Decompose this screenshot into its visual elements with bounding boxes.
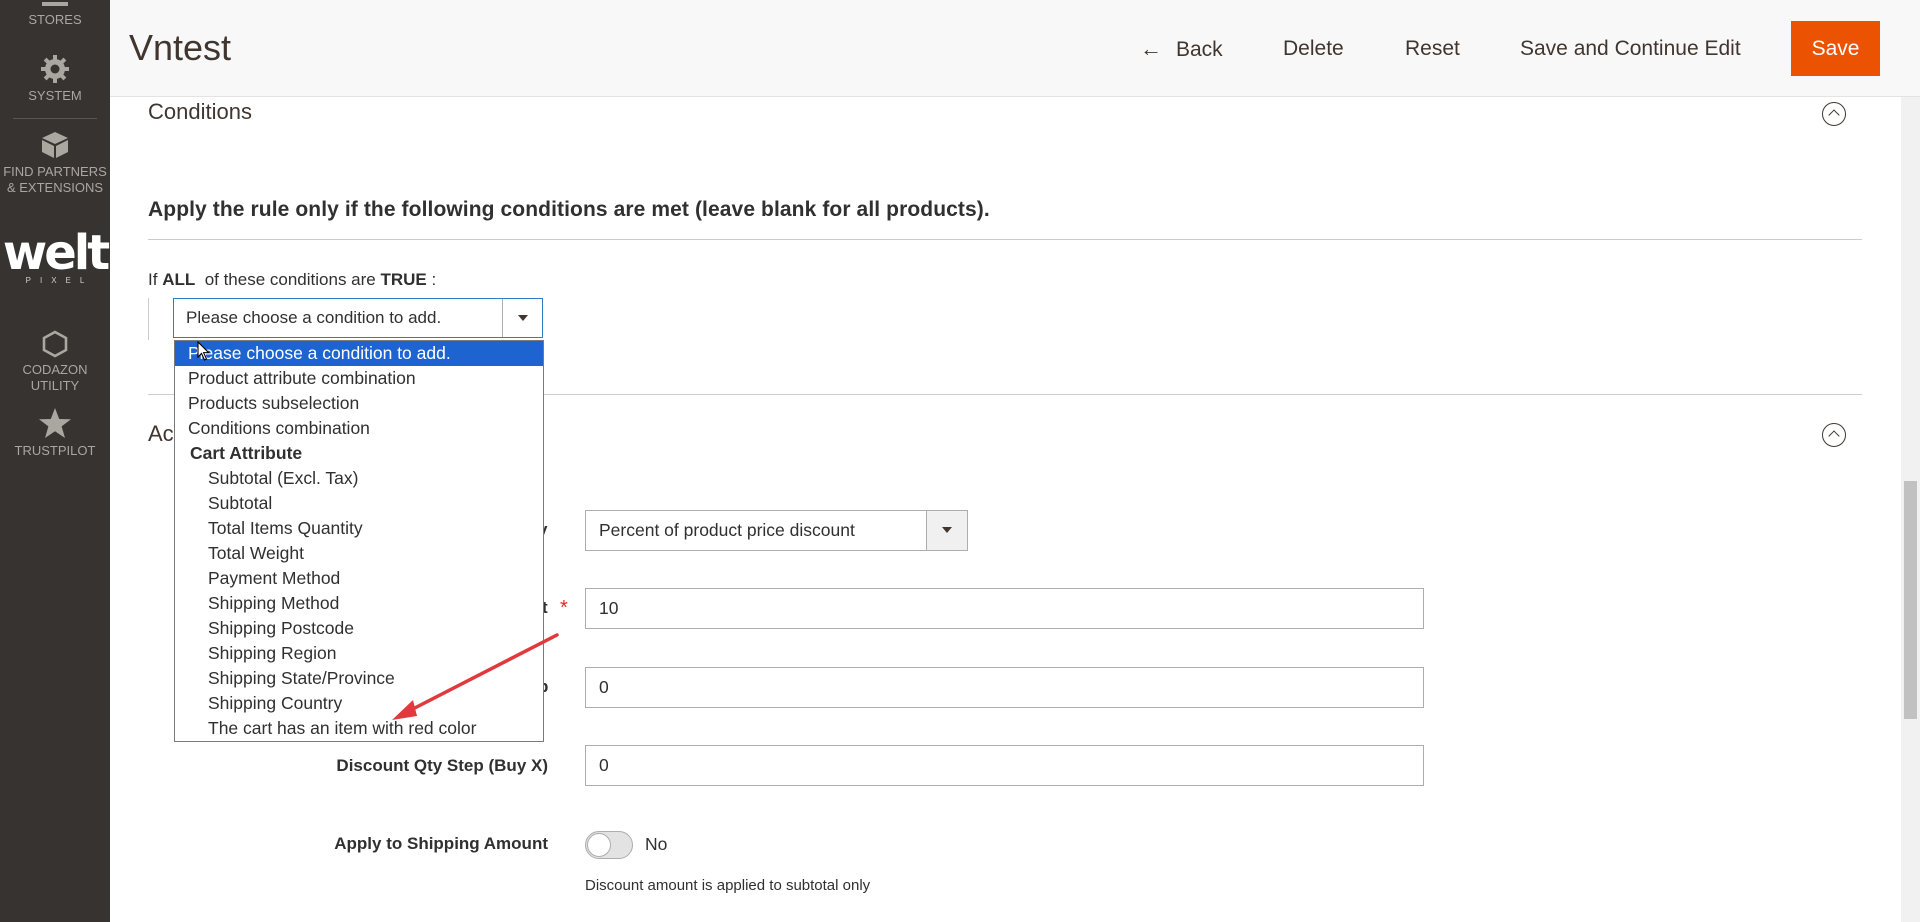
arrow-left-icon: ← [1140,36,1162,61]
page-scrollbar[interactable] [1901,97,1920,922]
sidebar-item-codazon-utility[interactable]: CODAZON UTILITY [0,330,110,394]
sidebar-item-label: SYSTEM [28,88,82,103]
apply-select-value: Percent of product price discount [599,520,855,540]
admin-sidebar: STORES SYSTEM FIND PARTNERS & EXTENSIONS… [0,0,110,922]
sidebar-item-label: STORES [28,12,82,27]
stores-icon [42,2,68,6]
apply-shipping-toggle[interactable] [585,831,633,859]
condition-option[interactable]: Shipping Postcode [175,616,543,641]
aggregator-toggle[interactable]: ALL [162,270,195,289]
welt-pixel-logo: welt PIXEL [2,225,110,285]
chevron-down-icon [926,511,967,550]
sidebar-item-find-partners[interactable]: FIND PARTNERS & EXTENSIONS [0,130,110,196]
apply-select[interactable]: Percent of product price discount [585,510,968,551]
max-qty-input[interactable]: 0 [585,667,1424,708]
condition-tree-line [148,298,149,340]
collapse-actions-icon[interactable] [1822,423,1846,447]
chevron-down-icon [502,299,542,337]
save-and-continue-button[interactable]: Save and Continue Edit [1520,32,1741,66]
apply-shipping-note: Discount amount is applied to subtotal o… [585,877,871,894]
apply-shipping-toggle-value: No [645,834,668,854]
condition-option[interactable]: Shipping Method [175,591,543,616]
legend-divider [148,239,1862,240]
sidebar-divider [13,118,97,119]
condition-option[interactable]: Total Items Quantity [175,516,543,541]
conditions-legend: Apply the rule only if the following con… [148,198,990,221]
actions-section-title[interactable]: Ac [148,421,174,447]
box-icon [42,132,68,158]
back-button-label: Back [1176,38,1223,61]
new-condition-select[interactable]: Please choose a condition to add. [173,298,543,338]
discount-step-label: Discount Qty Step (Buy X) [336,756,548,775]
scrollbar-thumb[interactable] [1904,481,1917,719]
sidebar-item-trustpilot[interactable]: TRUSTPILOT [0,407,110,459]
sidebar-item-system[interactable]: SYSTEM [0,54,110,104]
page-title: Vntest [129,27,232,68]
condition-option[interactable]: Shipping Region [175,641,543,666]
mouse-cursor-icon [197,341,210,361]
conditions-aggregator-line: If ALL of these conditions are TRUE : [148,270,437,289]
reset-button[interactable]: Reset [1405,32,1460,66]
condition-option[interactable]: Conditions combination [175,416,543,441]
toggle-knob [587,833,611,857]
condition-option[interactable]: Product attribute combination [175,366,543,391]
collapse-conditions-icon[interactable] [1822,102,1846,126]
sidebar-item-label: & EXTENSIONS [6,180,104,195]
condition-option[interactable]: Please choose a condition to add. [175,341,543,366]
condition-option[interactable]: Shipping State/Province [175,666,543,691]
discount-step-input[interactable]: 0 [585,745,1424,786]
apply-shipping-label: Apply to Shipping Amount [334,834,548,853]
conditions-section-title[interactable]: Conditions [148,99,252,125]
condition-option[interactable]: Subtotal (Excl. Tax) [175,466,543,491]
new-condition-select-value: Please choose a condition to add. [186,308,442,327]
save-button[interactable]: Save [1791,21,1880,76]
condition-options-list[interactable]: Please choose a condition to add. Product… [174,340,544,742]
condition-option[interactable]: The cart has an item with red color [175,716,543,741]
option-group-label: Cart Attribute [190,443,303,463]
condition-option[interactable]: Subtotal [175,491,543,516]
condition-option[interactable]: Shipping Country [175,691,543,716]
delete-button[interactable]: Delete [1283,32,1344,66]
condition-option[interactable]: Products subselection [175,391,543,416]
sidebar-item-label: TRUSTPILOT [14,443,96,458]
sidebar-item-label: FIND PARTNERS [3,164,107,179]
page-header: Vntest ← Back Delete Reset Save and Conti… [110,0,1920,97]
condition-option[interactable]: Total Weight [175,541,543,566]
condition-option[interactable]: Payment Method [175,566,543,591]
sidebar-item-stores[interactable]: STORES [0,2,110,28]
sidebar-item-label: CODAZON [22,362,88,377]
star-icon [39,408,71,438]
back-button[interactable]: ← Back [1140,32,1223,67]
hexagon-icon [42,330,68,358]
gear-icon [41,55,69,83]
value-toggle[interactable]: TRUE [380,270,426,289]
required-asterisk: * [560,597,568,619]
discount-amount-input[interactable]: 10 [585,588,1424,629]
sidebar-item-label: UTILITY [30,378,80,393]
